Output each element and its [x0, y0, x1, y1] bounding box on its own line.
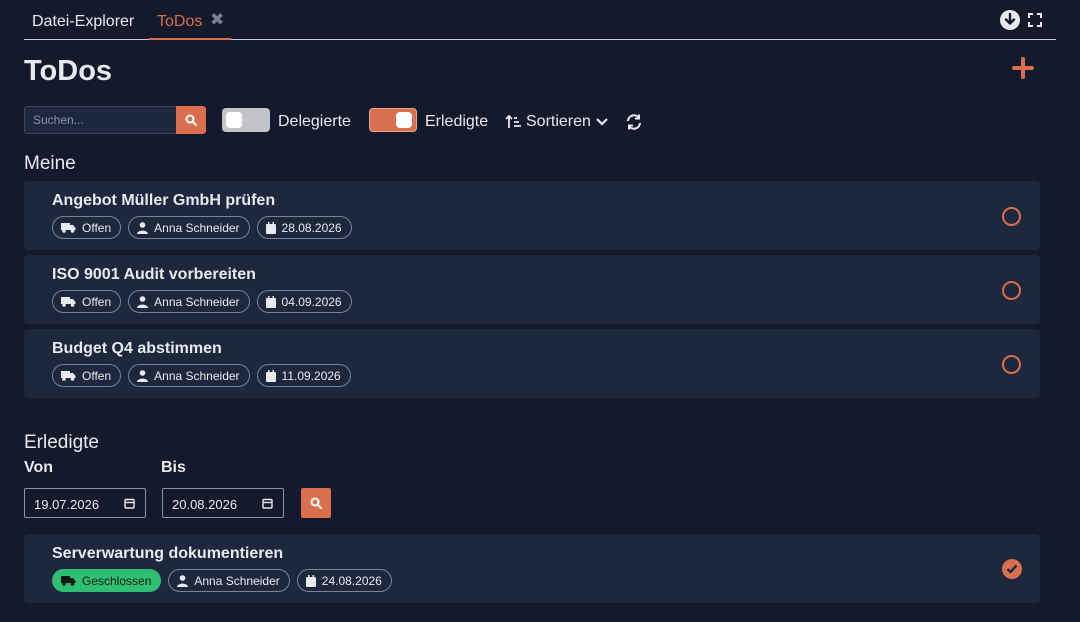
from-date-field[interactable]: 19.07.2026 [24, 488, 146, 518]
close-icon[interactable]: ✖ [210, 10, 224, 30]
status-text: Offen [82, 220, 112, 235]
toggle-knob [226, 112, 242, 128]
assignee-text: Anna Schneider [194, 573, 280, 588]
user-icon [177, 574, 189, 587]
date-badge: 24.08.2026 [296, 569, 392, 592]
calendar-icon [305, 574, 316, 587]
search-icon [185, 114, 197, 126]
plus-icon [1012, 57, 1034, 79]
tab-bar: Datei-Explorer ToDos ✖ [24, 0, 1056, 40]
refresh-button[interactable] [625, 113, 643, 131]
section-title-mine: Meine [24, 153, 76, 174]
todo-card-completed[interactable]: Serverwartung dokumentieren Geschlossen … [24, 534, 1040, 603]
assignee-text: Anna Schneider [154, 294, 240, 309]
truck-icon [61, 223, 76, 233]
active-tab-indicator [149, 38, 231, 40]
status-badge: Offen [52, 216, 122, 239]
section-title-completed: Erledigte [24, 432, 99, 453]
from-label: Von [24, 459, 54, 476]
check-circle-icon[interactable] [1002, 559, 1022, 579]
sort-button[interactable]: Sortieren [505, 113, 609, 131]
calendar-icon [265, 295, 276, 308]
download-icon[interactable] [1000, 10, 1020, 30]
completed-toggle[interactable] [369, 108, 417, 132]
add-todo-button[interactable] [1012, 57, 1034, 79]
sort-icon [505, 114, 521, 128]
todo-card[interactable]: Angebot Müller GmbH prüfen Offen Anna Sc… [24, 181, 1040, 250]
tab-datei-explorer[interactable]: Datei-Explorer [32, 13, 134, 31]
status-text: Offen [82, 368, 112, 383]
status-text: Geschlossen [82, 573, 152, 588]
fullscreen-icon[interactable] [1027, 12, 1043, 28]
page-title: ToDos [24, 55, 113, 87]
circle-icon[interactable] [1002, 281, 1021, 300]
delegated-toggle[interactable] [222, 108, 270, 132]
date-text: 11.09.2026 [281, 368, 341, 383]
delegated-label: Delegierte [278, 113, 351, 130]
sort-label: Sortieren [526, 113, 591, 130]
chevron-down-icon [596, 118, 608, 126]
truck-icon [61, 371, 76, 381]
calendar-icon [265, 221, 276, 234]
assignee-badge: Anna Schneider [128, 216, 250, 239]
assignee-badge: Anna Schneider [128, 290, 250, 313]
date-search-button[interactable] [301, 488, 331, 518]
search-input[interactable] [24, 106, 177, 134]
to-date-field[interactable]: 20.08.2026 [162, 488, 284, 518]
from-date-value: 19.07.2026 [34, 497, 100, 512]
date-badge: 11.09.2026 [256, 364, 351, 387]
calendar-icon [124, 498, 135, 509]
assignee-badge: Anna Schneider [128, 364, 250, 387]
assignee-text: Anna Schneider [154, 220, 240, 235]
user-icon [137, 369, 149, 382]
todo-title: Serverwartung dokumentieren [52, 545, 284, 562]
date-badge: 28.08.2026 [256, 216, 352, 239]
refresh-icon [627, 114, 641, 130]
status-badge: Geschlossen [52, 569, 162, 592]
calendar-icon [265, 369, 276, 382]
search-button[interactable] [176, 106, 206, 134]
truck-icon [61, 576, 76, 586]
status-text: Offen [82, 294, 112, 309]
todo-title: Budget Q4 abstimmen [52, 340, 222, 357]
assignee-text: Anna Schneider [154, 368, 240, 383]
date-text: 24.08.2026 [321, 573, 382, 588]
status-badge: Offen [52, 364, 122, 387]
to-date-value: 20.08.2026 [172, 497, 238, 512]
todo-card[interactable]: Budget Q4 abstimmen Offen Anna Schneider… [24, 329, 1040, 398]
to-label: Bis [161, 459, 186, 476]
truck-icon [61, 297, 76, 307]
date-text: 28.08.2026 [281, 220, 342, 235]
tab-todos[interactable]: ToDos [157, 13, 202, 31]
todo-title: ISO 9001 Audit vorbereiten [52, 266, 256, 283]
circle-icon[interactable] [1002, 355, 1021, 374]
user-icon [137, 221, 149, 234]
date-badge: 04.09.2026 [256, 290, 352, 313]
status-badge: Offen [52, 290, 122, 313]
toggle-knob [396, 112, 412, 128]
circle-icon[interactable] [1002, 207, 1021, 226]
date-text: 04.09.2026 [281, 294, 342, 309]
search-icon [310, 497, 322, 509]
todo-card[interactable]: ISO 9001 Audit vorbereiten Offen Anna Sc… [24, 255, 1040, 324]
user-icon [137, 295, 149, 308]
completed-label: Erledigte [425, 113, 489, 130]
assignee-badge: Anna Schneider [168, 569, 290, 592]
calendar-icon [262, 498, 273, 509]
todo-title: Angebot Müller GmbH prüfen [52, 192, 276, 209]
